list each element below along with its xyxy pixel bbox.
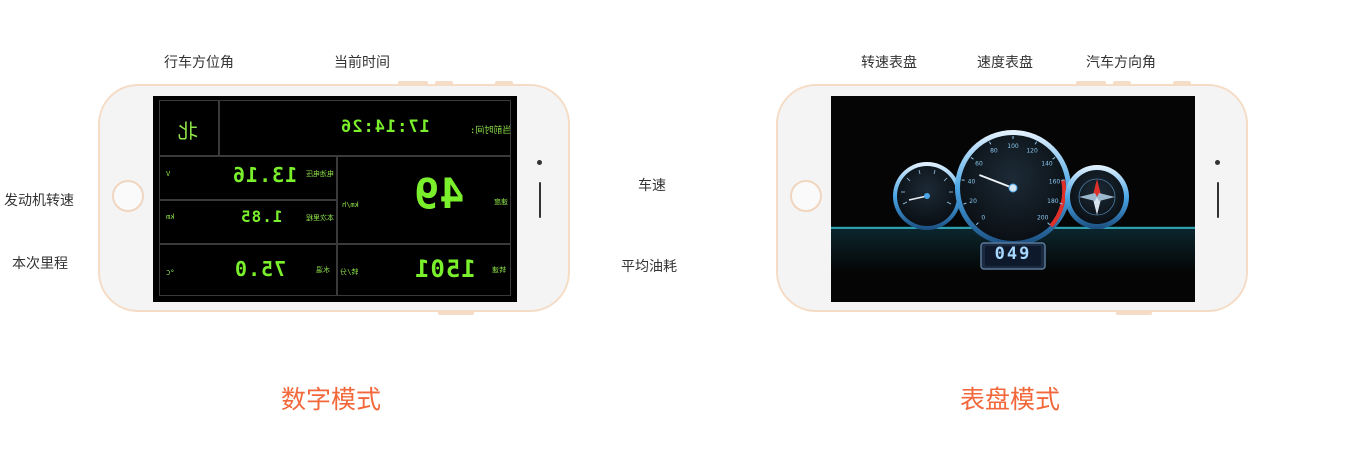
time-label: 当前时间: bbox=[470, 126, 512, 136]
label-car-direction: 汽车方向角 bbox=[1086, 55, 1156, 71]
mileage-cell: km 1.85 本次里程 bbox=[159, 200, 337, 244]
gauge-screen: 0 20 40 60 80 100 120 140 160 180 200 049 bbox=[831, 96, 1195, 302]
speed-gauge: 0 20 40 60 80 100 120140 160 180 200 bbox=[955, 130, 1071, 246]
label-vehicle-speed: 车速 bbox=[638, 178, 666, 194]
speed-tick-label: 120 bbox=[1026, 148, 1038, 155]
speaker-icon bbox=[539, 182, 541, 218]
speed-tick-label: 200 bbox=[1037, 215, 1049, 222]
speed-tick-label: 0 bbox=[981, 215, 985, 222]
temp-label: 水温 bbox=[316, 266, 330, 274]
direction-cell: 北 bbox=[159, 100, 219, 156]
label-current-time: 当前时间 bbox=[334, 55, 390, 71]
mileage-unit: km bbox=[166, 213, 175, 221]
digital-mode-title: 数字模式 bbox=[281, 385, 382, 414]
rpm-label: 电池电压 bbox=[306, 170, 334, 178]
mileage-value: 1.85 bbox=[240, 207, 283, 226]
rev-unit: 转/分 bbox=[340, 268, 359, 276]
rpm-unit: V bbox=[166, 170, 171, 178]
phone-button bbox=[1173, 81, 1191, 85]
digital-screen: 北 17:14:26 当前时间: V 13.16 电池电压 km 1.85 本次… bbox=[153, 96, 517, 302]
speed-label: 速度 bbox=[494, 198, 508, 206]
camera-icon bbox=[537, 160, 542, 165]
speaker-icon bbox=[1217, 182, 1219, 218]
camera-icon bbox=[1215, 160, 1220, 165]
phone-button bbox=[438, 311, 474, 315]
speed-tick-label: 100 bbox=[1007, 143, 1019, 150]
phone-button bbox=[1076, 81, 1106, 85]
direction-value: 北 bbox=[178, 119, 198, 143]
rpm-value: 13.16 bbox=[232, 163, 298, 187]
compass-gauge bbox=[1065, 165, 1129, 229]
phone-button bbox=[398, 81, 428, 85]
phone-digital-mode: 北 17:14:26 当前时间: V 13.16 电池电压 km 1.85 本次… bbox=[98, 81, 570, 315]
temp-unit: °C bbox=[166, 269, 175, 277]
label-rpm-gauge: 转速表盘 bbox=[861, 55, 917, 71]
speed-tick-label: 40 bbox=[968, 178, 976, 185]
speed-cell: km/h 49 速度 bbox=[337, 156, 511, 244]
label-speed-gauge: 速度表盘 bbox=[977, 55, 1033, 71]
dashboard-graphic: 0 20 40 60 80 100 120140 160 180 200 bbox=[831, 130, 1195, 302]
phone-button bbox=[1116, 311, 1152, 315]
label-trip-mileage: 本次里程 bbox=[12, 256, 68, 272]
speed-tick-label: 80 bbox=[990, 148, 998, 155]
speed-tick-label: 180 bbox=[1047, 198, 1059, 205]
label-heading-angle: 行车方位角 bbox=[164, 55, 234, 71]
label-engine-rpm: 发动机转速 bbox=[4, 193, 74, 209]
temp-cell: °C 75.0 水温 bbox=[159, 244, 337, 296]
rev-cell: 转/分 1501 转速 bbox=[337, 244, 511, 296]
home-button[interactable] bbox=[112, 180, 144, 212]
speed-value: 49 bbox=[414, 169, 465, 218]
phone-button bbox=[1113, 81, 1131, 85]
rev-label: 转速 bbox=[492, 266, 506, 274]
time-cell: 17:14:26 当前时间: bbox=[219, 100, 511, 156]
home-button[interactable] bbox=[790, 180, 822, 212]
speed-readout: 049 bbox=[994, 244, 1032, 264]
phone-button bbox=[435, 81, 453, 85]
gauge-mode-title: 表盘模式 bbox=[960, 385, 1061, 414]
rev-value: 1501 bbox=[414, 255, 476, 283]
label-avg-fuel: 平均油耗 bbox=[621, 259, 677, 275]
rpm-gauge bbox=[893, 162, 961, 230]
phone-button bbox=[495, 81, 513, 85]
speed-tick-label: 60 bbox=[975, 160, 983, 167]
rpm-cell: V 13.16 电池电压 bbox=[159, 156, 337, 200]
time-value: 17:14:26 bbox=[340, 117, 430, 137]
speed-unit: km/h bbox=[342, 201, 359, 209]
temp-value: 75.0 bbox=[234, 257, 287, 281]
mileage-label: 本次里程 bbox=[306, 214, 334, 222]
speed-tick-label: 160 bbox=[1049, 178, 1061, 185]
speed-tick-label: 20 bbox=[969, 198, 977, 205]
speed-tick-label: 140 bbox=[1041, 160, 1053, 167]
phone-gauge-mode: 0 20 40 60 80 100 120 140 160 180 200 049 bbox=[776, 81, 1248, 315]
